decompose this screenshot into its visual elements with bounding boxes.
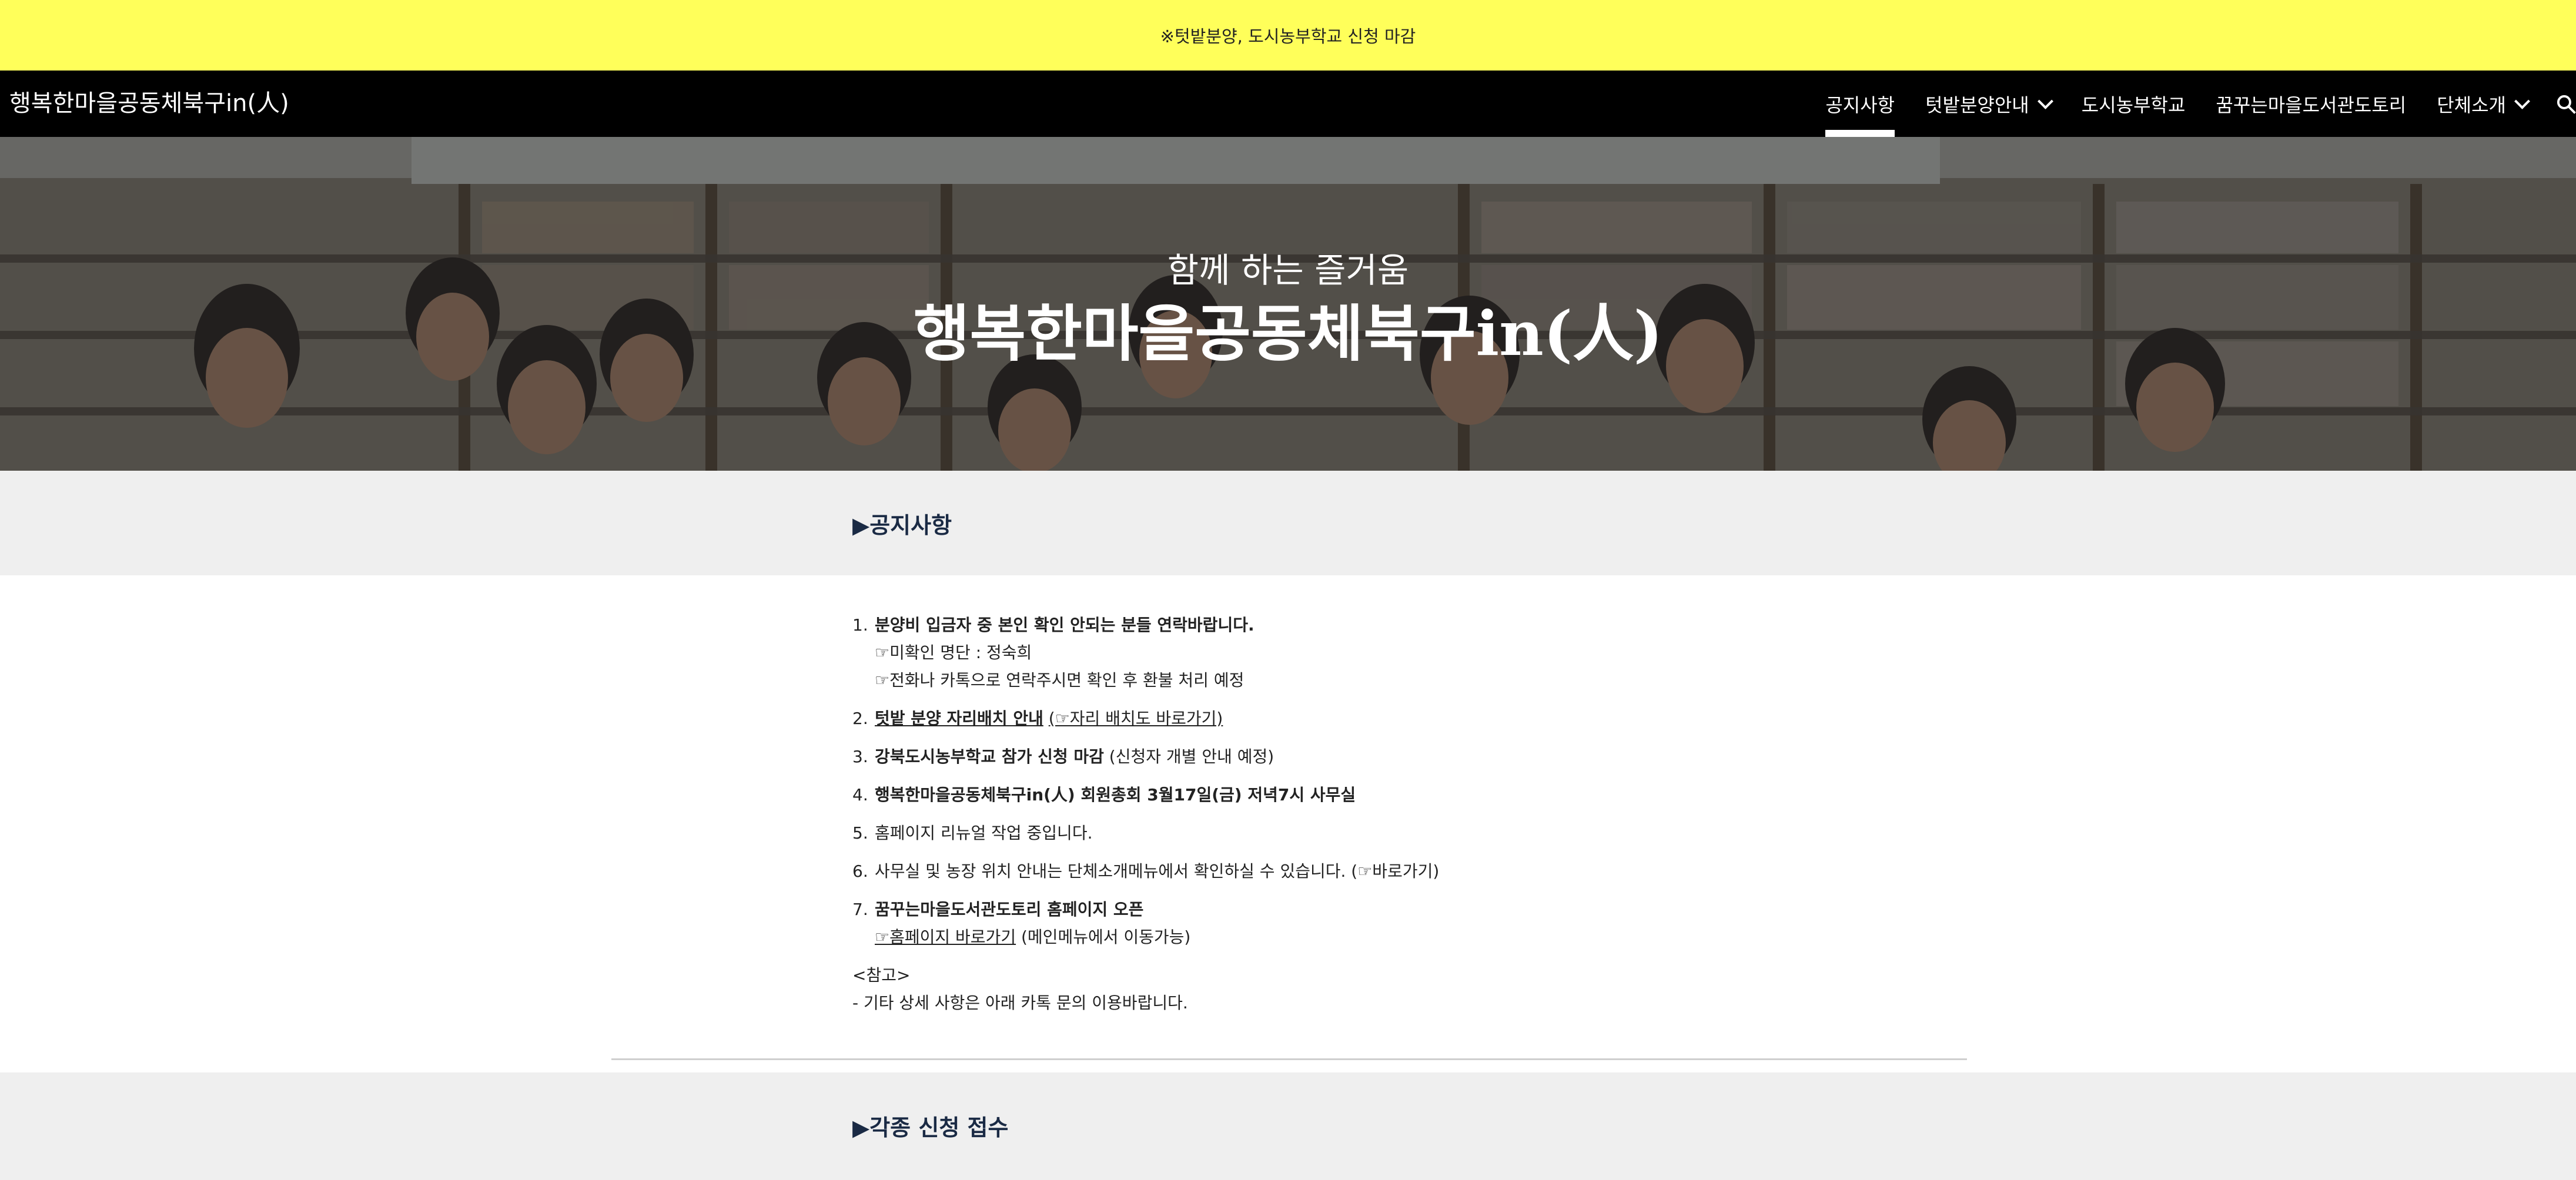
list-item: 7. 꿈꾸는마을도서관도토리 홈페이지 오픈 ☞홈페이지 바로가기 (메인메뉴에… <box>852 896 1734 951</box>
item-number: 1. <box>852 615 868 635</box>
apply-section-header: ▶각종 신청 접수 <box>0 1072 2576 1180</box>
item-number: 5. <box>852 823 868 843</box>
seat-map-link[interactable]: (☞자리 배치도 바로가기) <box>1049 709 1223 728</box>
item-number: 3. <box>852 747 868 766</box>
item-number: 6. <box>852 861 868 881</box>
chevron-down-icon <box>2514 93 2530 109</box>
search-icon <box>2557 95 2576 114</box>
notice-text: 분양비 입금자 중 본인 확인 안되는 분들 연락바랍니다. <box>875 615 1254 635</box>
note-text: - 기타 상세 사항은 아래 카톡 문의 이용바랍니다. <box>852 993 1188 1013</box>
notice-text: 홈페이지 리뉴얼 작업 중입니다. <box>875 823 1093 843</box>
nav-item-farmer-school[interactable]: 도시농부학교 <box>2066 71 2201 137</box>
notice-content: 1. 분양비 입금자 중 본인 확인 안되는 분들 연락바랍니다. ☞미확인 명… <box>852 611 1734 1017</box>
search-button[interactable] <box>2543 71 2576 137</box>
hero-title: 행복한마을공동체북구in(人) <box>913 297 1663 370</box>
apply-heading: ▶각종 신청 접수 <box>852 1115 1009 1141</box>
nav-item-garden[interactable]: 텃밭분양안내 <box>1910 71 2066 137</box>
notice-subline: ☞홈페이지 바로가기 (메인메뉴에서 이동가능) <box>875 923 1734 951</box>
notice-list: 1. 분양비 입금자 중 본인 확인 안되는 분들 연락바랍니다. ☞미확인 명… <box>852 611 1734 951</box>
list-item: 6. 사무실 및 농장 위치 안내는 단체소개메뉴에서 확인하실 수 있습니다.… <box>852 857 1734 885</box>
list-item: 4. 행복한마을공동체북구in(人) 회원총회 3월17일(금) 저녁7시 사무… <box>852 781 1734 809</box>
item-number: 2. <box>852 709 868 728</box>
notice-heading: ▶공지사항 <box>852 512 952 538</box>
nav-item-label: 도시농부학교 <box>2081 93 2186 116</box>
list-item: 2. 텃밭 분양 자리배치 안내 (☞자리 배치도 바로가기) <box>852 705 1734 732</box>
announcement-bar: ※텃밭분양, 도시농부학교 신청 마감 <box>0 0 2576 71</box>
notice-text: 행복한마을공동체북구in(人) 회원총회 3월17일(금) 저녁7시 사무실 <box>875 785 1356 804</box>
nav-item-about[interactable]: 단체소개 <box>2421 71 2543 137</box>
notice-section-header: ▶공지사항 <box>0 471 2576 575</box>
divider <box>611 1058 1967 1060</box>
notice-subline: ☞전화나 카톡으로 연락주시면 확인 후 환불 처리 예정 <box>875 671 1244 690</box>
list-item: 3. 강북도시농부학교 참가 신청 마감 (신청자 개별 안내 예정) <box>852 743 1734 770</box>
item-number: 7. <box>852 900 868 919</box>
nav-item-label: 단체소개 <box>2437 93 2506 116</box>
nav-item-label: 공지사항 <box>1825 93 1895 116</box>
notice-text: 꿈꾸는마을도서관도토리 홈페이지 오픈 <box>875 900 1144 919</box>
nav-item-notice[interactable]: 공지사항 <box>1810 71 1910 137</box>
list-item: 1. 분양비 입금자 중 본인 확인 안되는 분들 연락바랍니다. ☞미확인 명… <box>852 611 1734 694</box>
announcement-text: ※텃밭분양, 도시농부학교 신청 마감 <box>1160 26 1416 46</box>
site-title[interactable]: 행복한마을공동체북구in(人) <box>9 71 289 137</box>
notice-text: (신청자 개별 안내 예정) <box>1103 747 1274 766</box>
nav-item-label: 꿈꾸는마을도서관도토리 <box>2216 93 2407 116</box>
top-navigation: 행복한마을공동체북구in(人) 공지사항 텃밭분양안내 도시농부학교 꿈꾸는마을… <box>0 71 2576 137</box>
list-item: 5. 홈페이지 리뉴얼 작업 중입니다. <box>852 819 1734 847</box>
nav-item-library[interactable]: 꿈꾸는마을도서관도토리 <box>2200 71 2421 137</box>
notice-text: (메인메뉴에서 이동가능) <box>1016 927 1191 947</box>
notice-link[interactable]: 텃밭 분양 자리배치 안내 <box>875 709 1043 728</box>
notice-subline: ☞미확인 명단 : 정숙희 <box>875 643 1032 662</box>
chevron-down-icon <box>2037 93 2053 109</box>
nav-item-label: 텃밭분양안내 <box>1925 93 2029 116</box>
homepage-link[interactable]: ☞홈페이지 바로가기 <box>875 927 1016 947</box>
note-title: <참고> <box>852 966 911 985</box>
notice-text: 사무실 및 농장 위치 안내는 단체소개메뉴에서 확인하실 수 있습니다. (☞… <box>875 861 1440 881</box>
main-menu: 공지사항 텃밭분양안내 도시농부학교 꿈꾸는마을도서관도토리 단체소개 <box>1810 71 2576 137</box>
item-number: 4. <box>852 785 868 804</box>
notice-text: 강북도시농부학교 참가 신청 마감 <box>875 747 1104 766</box>
hero-banner: 함께 하는 즐거움 행복한마을공동체북구in(人) <box>0 137 2576 471</box>
